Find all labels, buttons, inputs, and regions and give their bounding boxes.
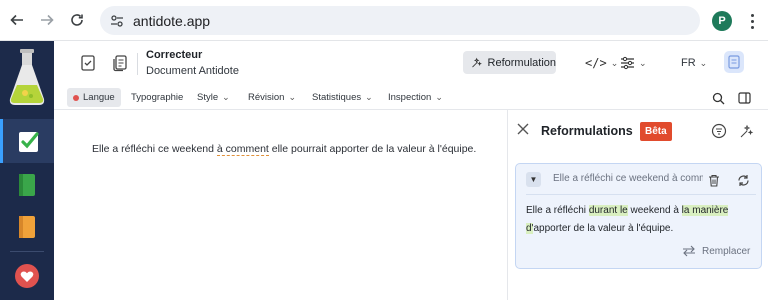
reformulated-sentence: Elle a réfléchi durant le weekend à la m…: [526, 202, 752, 238]
document-panel-icon: [728, 55, 740, 69]
back-button[interactable]: [6, 9, 28, 31]
panel-toggle-button[interactable]: [724, 51, 744, 73]
swap-arrows-icon: [683, 245, 695, 257]
document-name: Document Antidote: [146, 65, 239, 77]
chevron-down-icon: ⌄: [699, 57, 708, 68]
menu-item-typographie[interactable]: Typographie: [131, 88, 183, 107]
sidebar-item-corrector[interactable]: [0, 119, 54, 163]
replace-button[interactable]: Remplacer: [682, 243, 750, 259]
chevron-down-icon: ⌄: [639, 57, 647, 68]
browser-menu-icon[interactable]: [745, 10, 759, 32]
changed-phrase: la manière: [681, 205, 729, 216]
copy-document-icon[interactable]: [110, 53, 130, 73]
text-segment: weekend à: [627, 205, 682, 216]
menu-item-label: Révision: [248, 92, 285, 103]
reformulations-panel: Reformulations Bêta ▼ Elle a réfléchi ce…: [508, 110, 768, 300]
menu-item-style[interactable]: Style ⌄: [197, 88, 230, 107]
chevron-down-icon: ▼: [529, 175, 538, 184]
sidebar-item-dictionaries[interactable]: [0, 163, 54, 207]
reformulation-button[interactable]: Reformulation: [463, 51, 556, 74]
language-label: FR: [681, 57, 696, 69]
arrow-left-icon: [10, 14, 23, 26]
menu-item-inspection[interactable]: Inspection ⌄: [388, 88, 443, 107]
document-editor[interactable]: Elle a réfléchi ce weekend à comment ell…: [54, 110, 507, 300]
magic-hand-icon[interactable]: [737, 122, 755, 140]
document-sentence[interactable]: Elle a réfléchi ce weekend à comment ell…: [92, 143, 477, 156]
menu-item-label: Langue: [83, 92, 115, 103]
check-document-icon[interactable]: [78, 53, 98, 73]
magic-hand-icon: [472, 57, 482, 68]
header-divider: [137, 53, 138, 75]
menu-row: Langue Typographie Style ⌄ Révision ⌄ St…: [54, 85, 768, 110]
flagged-phrase[interactable]: à comment: [216, 143, 269, 156]
app-sidebar: [0, 41, 54, 300]
menu-item-label: Style: [197, 92, 219, 103]
profile-avatar[interactable]: P: [712, 11, 732, 31]
chevron-down-icon: ⌄: [435, 92, 443, 102]
reformulation-label: Reformulation: [487, 56, 556, 69]
changed-phrase: durant le: [588, 205, 628, 216]
refresh-icon[interactable]: [735, 172, 751, 188]
chevron-down-icon: ⌄: [365, 92, 373, 102]
sentence-part: elle pourrait apporter de la valeur à l'…: [268, 143, 477, 155]
collapse-toggle[interactable]: ▼: [526, 172, 541, 187]
orange-book-icon: [19, 216, 35, 238]
sidebar-panel-icon[interactable]: [735, 89, 753, 107]
alert-dot-icon: [73, 94, 79, 101]
embed-dropdown[interactable]: </> ⌄: [585, 53, 618, 73]
sliders-icon: [621, 56, 634, 70]
reformulation-card: ▼ Elle a réfléchi ce weekend à comment e…: [515, 163, 762, 269]
browser-toolbar: antidote.app P: [0, 0, 768, 41]
text-segment: Elle a réfléchi: [526, 205, 589, 216]
address-bar[interactable]: antidote.app: [100, 6, 700, 35]
settings-dropdown[interactable]: ⌄: [620, 53, 647, 73]
checklist-icon: [18, 132, 39, 152]
sidebar-divider: [10, 251, 44, 252]
filter-icon[interactable]: [710, 122, 728, 140]
app-header: Correcteur Document Antidote Reformulati…: [54, 41, 768, 85]
menu-item-label: Typographie: [131, 92, 184, 103]
arrow-right-icon: [41, 14, 54, 26]
close-icon[interactable]: [516, 122, 530, 136]
original-sentence-preview: Elle a réfléchi ce weekend à comment ell…: [553, 173, 703, 184]
site-settings-icon[interactable]: [103, 6, 131, 35]
sentence-part: Elle a réfléchi ce weekend: [92, 143, 217, 155]
panel-title: Reformulations: [541, 124, 633, 138]
text-segment: apporter de la valeur à l'équipe.: [533, 223, 674, 234]
chevron-down-icon: ⌄: [222, 92, 230, 102]
chevron-down-icon: ⌄: [288, 92, 296, 102]
card-divider: [526, 194, 756, 195]
sidebar-item-guides[interactable]: [0, 205, 54, 249]
replace-label: Remplacer: [702, 245, 751, 257]
menu-item-langue[interactable]: Langue: [67, 88, 121, 107]
beta-badge: Bêta: [640, 122, 672, 141]
url-text: antidote.app: [133, 12, 211, 29]
language-dropdown[interactable]: FR ⌄: [681, 53, 707, 73]
reload-icon: [71, 14, 83, 26]
green-book-icon: [19, 174, 35, 196]
trash-icon[interactable]: [706, 172, 722, 188]
sidebar-item-favorites[interactable]: [0, 254, 54, 298]
corrector-title: Correcteur: [146, 49, 203, 61]
forward-button[interactable]: [36, 9, 58, 31]
menu-item-label: Inspection: [388, 92, 432, 103]
reload-button[interactable]: [66, 9, 88, 31]
code-icon: </>: [585, 56, 607, 70]
menu-item-revision[interactable]: Révision ⌄: [248, 88, 296, 107]
heart-icon: [15, 264, 39, 288]
chevron-down-icon: ⌄: [610, 57, 619, 68]
search-icon[interactable]: [709, 89, 727, 107]
menu-item-statistiques[interactable]: Statistiques ⌄: [312, 88, 373, 107]
antidote-logo: [6, 49, 48, 107]
menu-item-label: Statistiques: [312, 92, 362, 103]
